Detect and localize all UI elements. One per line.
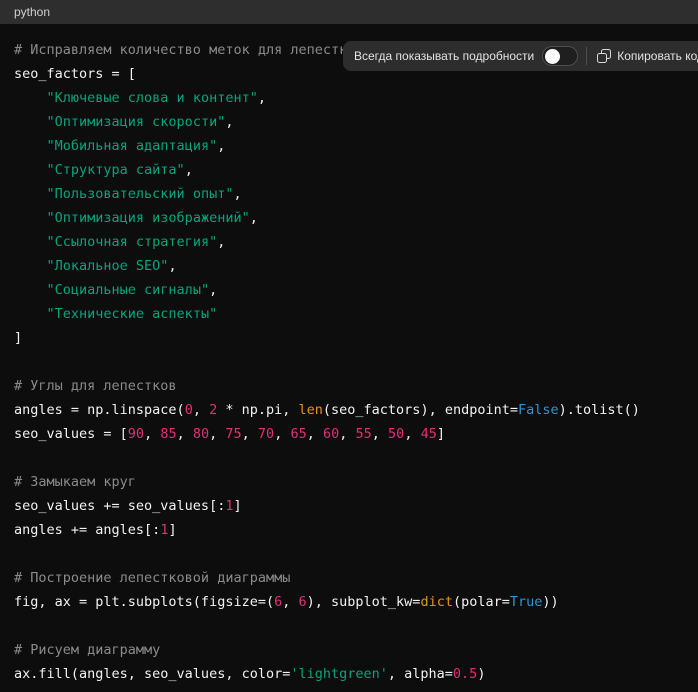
code-line: # Построение лепестковой диаграммы: [14, 566, 684, 590]
code-line: ]: [14, 326, 684, 350]
code-line: # Углы для лепестков: [14, 374, 684, 398]
code-header: python: [0, 0, 698, 24]
code-line: "Ключевые слова и контент",: [14, 86, 684, 110]
always-show-details-toggle[interactable]: [542, 46, 578, 66]
code-language-label: python: [14, 5, 50, 19]
code-line: "Ссылочная стратегия",: [14, 230, 684, 254]
copy-code-label: Копировать код: [617, 49, 698, 63]
copy-icon: [597, 49, 611, 63]
code-line: [14, 446, 684, 470]
code-line: "Оптимизация скорости",: [14, 110, 684, 134]
code-line: angles += angles[:1]: [14, 518, 684, 542]
toggle-knob: [545, 49, 560, 64]
code-line: ax.fill(angles, seo_values, color='light…: [14, 662, 684, 686]
code-line: [14, 614, 684, 638]
copy-code-button[interactable]: Копировать код: [595, 49, 698, 63]
toolbar-divider: [586, 47, 587, 65]
code-line: "Мобильная адаптация",: [14, 134, 684, 158]
code-line: [14, 542, 684, 566]
code-line: "Пользовательский опыт",: [14, 182, 684, 206]
code-line: seo_values = [90, 85, 80, 75, 70, 65, 60…: [14, 422, 684, 446]
code-line: "Оптимизация изображений",: [14, 206, 684, 230]
code-line: "Структура сайта",: [14, 158, 684, 182]
code-line: "Социальные сигналы",: [14, 278, 684, 302]
code-line: "Технические аспекты": [14, 302, 684, 326]
always-show-details-label[interactable]: Всегда показывать подробности: [354, 49, 534, 63]
code-content: # Исправляем количество меток для лепест…: [0, 24, 698, 686]
code-line: seo_values += seo_values[:1]: [14, 494, 684, 518]
code-line: # Рисуем диаграмму: [14, 638, 684, 662]
code-line: angles = np.linspace(0, 2 * np.pi, len(s…: [14, 398, 684, 422]
code-toolbar: Всегда показывать подробности Копировать…: [343, 41, 698, 71]
code-line: [14, 350, 684, 374]
code-block: python Всегда показывать подробности Коп…: [0, 0, 698, 692]
code-line: fig, ax = plt.subplots(figsize=(6, 6), s…: [14, 590, 684, 614]
code-line: # Замыкаем круг: [14, 470, 684, 494]
code-line: "Локальное SEO",: [14, 254, 684, 278]
